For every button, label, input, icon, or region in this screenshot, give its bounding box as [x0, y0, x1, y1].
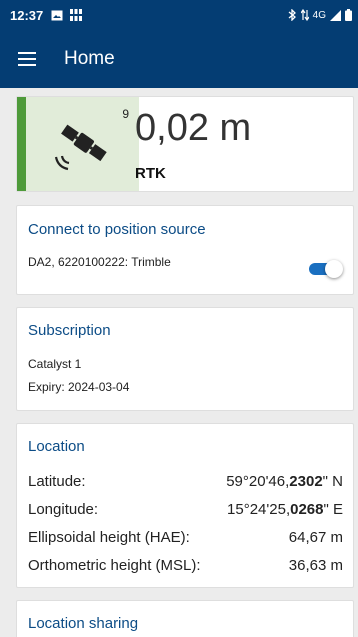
latitude-label: Latitude:	[28, 473, 86, 490]
status-time: 12:37	[10, 7, 44, 23]
connect-toggle[interactable]	[309, 260, 343, 278]
connect-source-card: Connect to position source DA2, 62201002…	[16, 205, 354, 295]
ellipsoidal-height-row: Ellipsoidal height (HAE): 64,67 m	[28, 529, 343, 546]
signal-icon	[330, 9, 341, 21]
orthometric-height-row: Orthometric height (MSL): 36,63 m	[28, 557, 343, 574]
app-bar: Home	[0, 30, 358, 88]
data-arrows-icon	[300, 9, 309, 21]
location-sharing-card[interactable]: Location sharing	[16, 600, 354, 637]
latitude-row: Latitude: 59°20'46,2302" N	[28, 473, 343, 490]
bluetooth-icon	[288, 9, 296, 21]
network-type: 4G	[312, 9, 326, 21]
grid-icon	[70, 9, 83, 21]
longitude-label: Longitude:	[28, 501, 99, 518]
device-name: DA2, 6220100222: Trimble	[28, 255, 171, 269]
connect-title: Connect to position source	[28, 221, 206, 238]
longitude-row: Longitude: 15°24'25,0268" E	[28, 501, 343, 518]
position-accuracy: 0,02 m	[135, 107, 252, 149]
satellite-icon	[54, 124, 107, 171]
satellite-count: 9	[122, 107, 129, 121]
subscription-expiry: Expiry: 2024-03-04	[28, 380, 130, 394]
location-card: Location Latitude: 59°20'46,2302" N Long…	[16, 423, 354, 588]
image-icon	[51, 10, 63, 20]
fix-type: RTK	[135, 165, 166, 182]
page-title: Home	[64, 48, 115, 69]
satellite-panel: 9	[26, 97, 139, 191]
subscription-plan: Catalyst 1	[28, 357, 82, 371]
location-title: Location	[28, 438, 85, 455]
subscription-title: Subscription	[28, 322, 111, 339]
battery-icon	[345, 9, 352, 21]
menu-button[interactable]	[14, 46, 40, 72]
orthometric-height-label: Orthometric height (MSL):	[28, 557, 201, 574]
ellipsoidal-height-label: Ellipsoidal height (HAE):	[28, 529, 190, 546]
orthometric-height-value: 36,63 m	[288, 557, 343, 574]
toggle-knob	[325, 260, 343, 278]
gnss-status-card[interactable]: 9 0,02 m RTK	[16, 96, 354, 192]
location-sharing-title: Location sharing	[28, 615, 139, 632]
status-bar: 12:37 4G	[0, 0, 358, 30]
subscription-card[interactable]: Subscription Catalyst 1 Expiry: 2024-03-…	[16, 307, 354, 411]
latitude-value: 59°20'46,2302" N	[226, 473, 343, 490]
fix-status-indicator	[17, 97, 26, 191]
ellipsoidal-height-value: 64,67 m	[288, 529, 343, 546]
hamburger-menu-icon	[18, 52, 36, 66]
longitude-value: 15°24'25,0268" E	[227, 501, 343, 518]
